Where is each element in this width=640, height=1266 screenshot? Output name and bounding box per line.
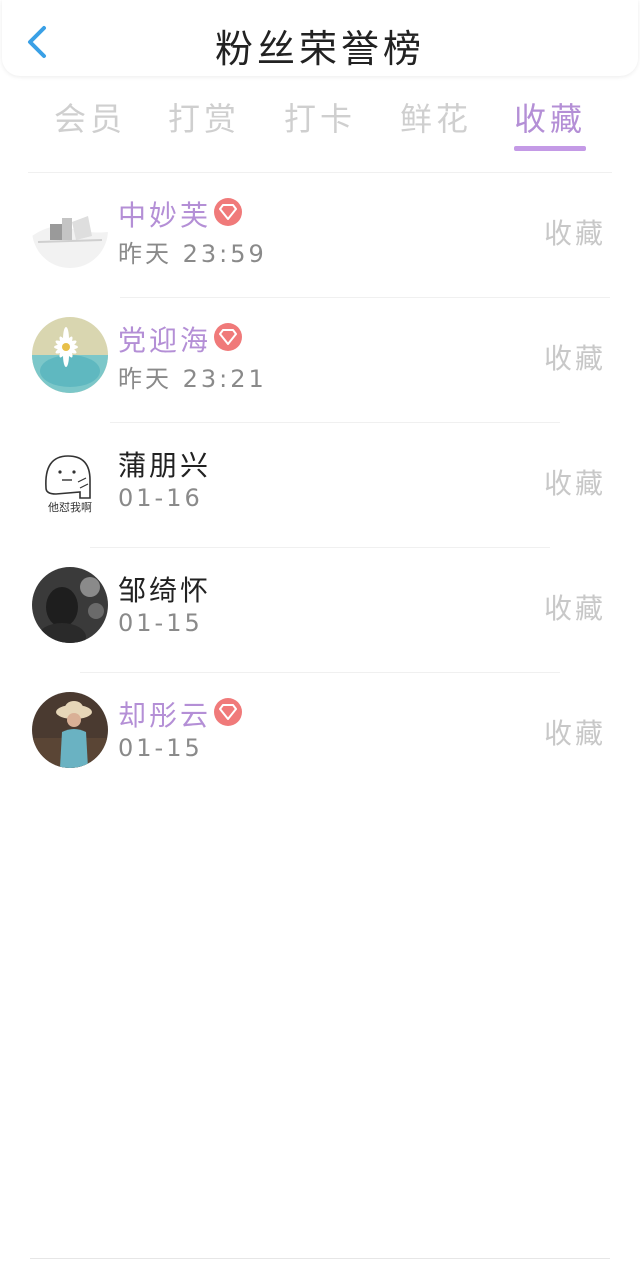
fan-action-label: 收藏	[543, 342, 606, 375]
avatar-caption: 他怼我啊	[48, 501, 92, 514]
divider	[80, 672, 560, 673]
fan-time: 01-15	[118, 609, 203, 637]
divider	[120, 297, 610, 298]
avatar	[32, 192, 108, 268]
avatar	[32, 567, 108, 643]
fan-action-label: 收藏	[543, 592, 606, 625]
fan-row[interactable]: 却彤云 01-15 收藏	[0, 674, 640, 799]
fan-name: 中妙芙	[118, 199, 212, 232]
bottom-divider	[30, 1258, 610, 1259]
vip-diamond-icon	[214, 198, 242, 226]
tab-checkin[interactable]: 打卡	[270, 94, 370, 140]
fan-action-label: 收藏	[543, 717, 606, 750]
fan-name: 党迎海	[118, 324, 212, 357]
category-tabs: 会员 打赏 打卡 鲜花 收藏	[0, 88, 640, 158]
active-tab-indicator	[514, 146, 586, 151]
tab-favorites[interactable]: 收藏	[500, 94, 600, 140]
fan-action-label: 收藏	[543, 217, 606, 250]
tab-reward[interactable]: 打赏	[154, 94, 254, 140]
fan-name: 却彤云	[118, 699, 212, 732]
fan-time: 01-15	[118, 734, 203, 762]
fan-row[interactable]: 邹绮怀 01-15 收藏	[0, 549, 640, 674]
fan-time: 01-16	[118, 484, 203, 512]
fan-name: 邹绮怀	[118, 574, 212, 607]
divider	[110, 422, 560, 423]
fan-time: 昨天 23:21	[118, 365, 267, 393]
tab-flowers[interactable]: 鲜花	[386, 94, 486, 140]
fan-row[interactable]: 中妙芙 昨天 23:59 收藏	[0, 174, 640, 299]
avatar	[32, 692, 108, 768]
nav-header: 粉丝荣誉榜	[2, 0, 638, 76]
vip-diamond-icon	[214, 698, 242, 726]
avatar	[32, 317, 108, 393]
divider	[28, 172, 612, 173]
fan-row[interactable]: 他怼我啊 蒲朋兴 01-16 收藏	[0, 424, 640, 549]
page-title: 粉丝荣誉榜	[214, 27, 425, 71]
fan-row[interactable]: 党迎海 昨天 23:21 收藏	[0, 299, 640, 424]
vip-diamond-icon	[214, 323, 242, 351]
divider	[90, 547, 550, 548]
tab-member[interactable]: 会员	[40, 94, 140, 140]
fan-time: 昨天 23:59	[118, 240, 267, 268]
fan-action-label: 收藏	[543, 467, 606, 500]
fan-name: 蒲朋兴	[118, 449, 212, 482]
